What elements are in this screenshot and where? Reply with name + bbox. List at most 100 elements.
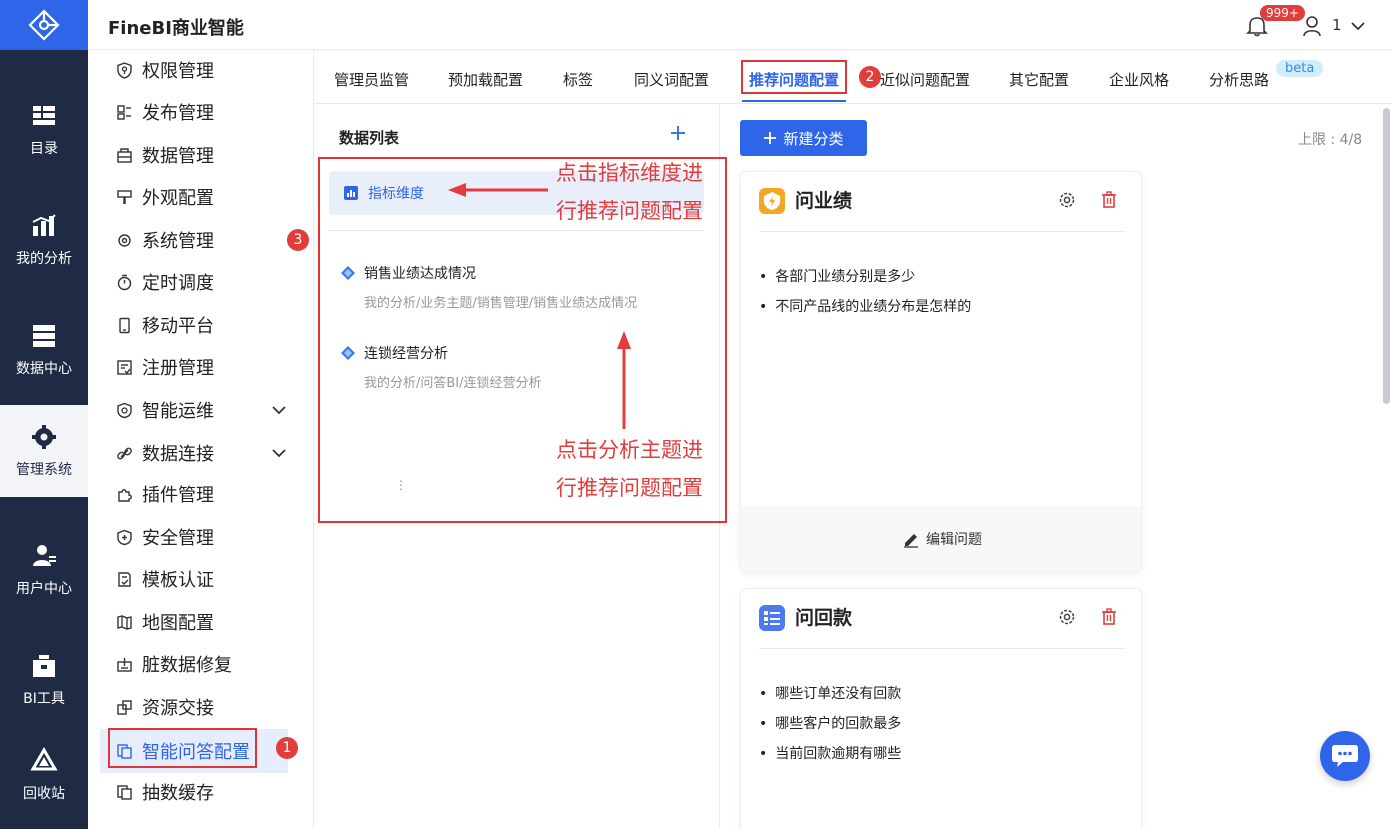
menu-item-register[interactable]: 注册管理 [100,347,288,387]
trash-icon[interactable] [1099,190,1119,210]
edit-questions-label: 编辑问题 [926,531,982,548]
rail-item-user-center[interactable]: 用户中心 [0,525,88,615]
tab-similar-questions[interactable]: 近似问题配置 [880,69,970,90]
brush-icon [117,189,132,204]
menu-item-mobile[interactable]: 移动平台 [100,305,288,345]
chevron-down-icon[interactable] [270,401,288,419]
scrollbar-thumb[interactable] [1383,108,1390,404]
trash-icon[interactable] [1099,607,1119,627]
register-icon [117,359,132,375]
menu-item-appearance[interactable]: 外观配置 [100,177,288,217]
chevron-down-icon[interactable] [1350,18,1366,34]
question-item: 当前回款逾期有哪些 [759,739,901,769]
annotation-text-top: 点击指标维度进 行推荐问题配置 [556,154,703,230]
gear-icon [32,425,56,449]
tab-admin-monitor[interactable]: 管理员监管 [334,69,409,90]
menu-label: 发布管理 [142,103,214,124]
rail-item-analysis[interactable]: 我的分析 [0,195,88,285]
rail-label: 管理系统 [16,462,72,478]
rail-item-data-center[interactable]: 数据中心 [0,305,88,395]
category-limit: 上限 : 4/8 [1298,132,1363,148]
top-bar: FineBI商业智能 999+ 1 [88,0,1392,50]
user-name[interactable]: 1 [1332,16,1342,34]
tab-analysis-ideas[interactable]: 分析思路 [1209,69,1269,90]
annotation-line: 点击分析主题进 [556,438,703,462]
app-logo[interactable] [0,0,88,50]
recycle-icon [30,747,58,771]
rail-item-catalog[interactable]: 目录 [0,85,88,175]
plus-icon[interactable] [669,124,687,142]
chat-icon [1332,745,1358,767]
question-list: 哪些订单还没有回款 哪些客户的回款最多 当前回款逾期有哪些 [759,679,901,769]
logo-icon [28,9,60,41]
lightning-icon [759,188,785,214]
menu-item-template-cert[interactable]: 模板认证 [100,559,288,599]
menu-item-map[interactable]: 地图配置 [100,602,288,642]
user-center-icon [33,545,56,566]
gear-icon[interactable] [1057,607,1077,627]
map-icon [117,614,132,630]
menu-item-cache[interactable]: 抽数缓存 [100,772,288,812]
menu-item-dirty-data[interactable]: 脏数据修复 [100,644,288,684]
chat-assistant-button[interactable] [1320,731,1370,781]
rail-label: 回收站 [23,786,65,802]
new-category-button[interactable]: 新建分类 [740,120,867,156]
menu-item-data[interactable]: 数据管理 [100,135,288,175]
edit-icon [904,533,918,548]
template-cert-icon [118,571,131,587]
rail-item-bi-tools[interactable]: BI工具 [0,635,88,725]
menu-item-security[interactable]: 安全管理 [100,517,288,557]
rail-label: BI工具 [23,691,65,707]
menu-label: 注册管理 [142,358,214,379]
data-center-icon [33,325,55,347]
gear-icon[interactable] [1057,190,1077,210]
annotation-line: 点击指标维度进 [556,161,703,185]
user-icon[interactable] [1302,15,1322,37]
beta-badge: beta [1276,60,1324,77]
menu-item-system[interactable]: 系统管理 [100,220,288,260]
tab-tags[interactable]: 标签 [563,69,593,90]
tab-other-config[interactable]: 其它配置 [1009,69,1069,90]
menu-label: 数据连接 [142,444,214,465]
repair-icon [117,657,132,672]
timer-icon [117,274,132,290]
menu-label: 模板认证 [142,570,214,591]
question-item: 不同产品线的业绩分布是怎样的 [759,292,971,322]
new-category-label: 新建分类 [783,129,844,148]
tab-synonyms[interactable]: 同义词配置 [634,69,709,90]
highlight-box-tab [741,60,847,94]
admin-menu: 权限管理 发布管理 数据管理 外观配置 系统管理 定时调度 移动平台 注册管理 … [88,50,407,829]
link-icon [117,447,132,459]
question-category-card: 问业绩 各部门业绩分别是多少 不同产品线的业绩分布是怎样的 编辑问题 [740,171,1142,572]
rail-label: 目录 [30,141,58,157]
tab-preload[interactable]: 预加载配置 [448,69,523,90]
menu-label: 数据管理 [142,146,214,167]
tab-enterprise-style[interactable]: 企业风格 [1109,69,1169,90]
menu-item-publish[interactable]: 发布管理 [100,92,288,132]
menu-item-permission[interactable]: 权限管理 [100,50,288,90]
rail-item-admin[interactable]: 管理系统 [0,405,88,497]
active-tab-indicator [742,100,846,102]
menu-item-schedule[interactable]: 定时调度 [100,262,288,302]
chevron-down-icon[interactable] [270,444,288,462]
menu-label: 地图配置 [142,613,214,634]
plugin-icon [118,488,132,502]
nav-rail: 目录 我的分析 数据中心 管理系统 用户中心 BI工具 回收站 [0,0,88,829]
menu-item-handover[interactable]: 资源交接 [100,687,288,727]
menu-item-ops[interactable]: 智能运维 [100,390,288,430]
step-marker-2: 2 [859,66,881,88]
highlight-box-menu [108,728,257,768]
card-title: 问回款 [795,607,853,629]
shield-key-icon [117,61,132,79]
menu-item-connection[interactable]: 数据连接 [100,433,288,473]
question-item: 哪些客户的回款最多 [759,709,901,739]
rail-label: 数据中心 [16,361,72,377]
handover-icon [117,699,132,715]
rail-item-recycle[interactable]: 回收站 [0,730,88,820]
menu-label: 系统管理 [142,231,214,252]
annotation-text-bottom: 点击分析主题进 行推荐问题配置 [556,431,703,507]
menu-item-plugins[interactable]: 插件管理 [100,474,288,514]
edit-questions-button[interactable]: 编辑问题 [741,506,1141,571]
arrow-left-annotation [448,183,548,197]
annotation-line: 行推荐问题配置 [556,199,703,223]
